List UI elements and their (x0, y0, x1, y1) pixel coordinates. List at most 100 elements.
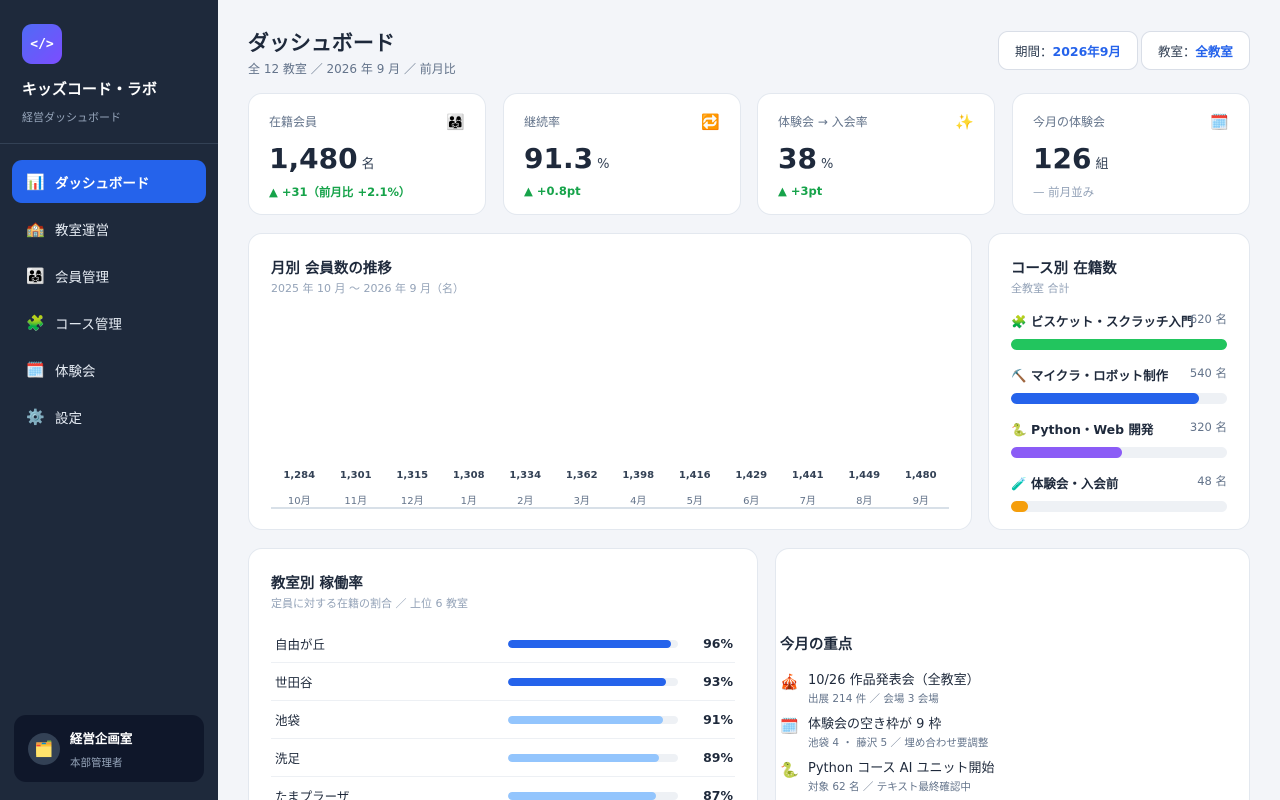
bar-value-label: 1,449 (848, 470, 880, 481)
bar-month-label: 9月 (913, 495, 929, 507)
focus-sub: 対象 62 名 ／ テキスト最終確認中 (808, 781, 971, 793)
pickaxe-icon: ⛏️ (1011, 368, 1027, 383)
sidebar: </> キッズコード・ラボ 経営ダッシュボード 📊 ダッシュボード 🏫 教室運営… (0, 0, 218, 800)
user-name: 経営企画室 (70, 730, 133, 746)
bar-value-label: 1,480 (905, 470, 937, 481)
bar-month-label: 1月 (461, 495, 477, 507)
focus-item[interactable]: 🗓️ 体験会の空き枠が 9 枠 池袋 4 ・ 藤沢 5 ／ 埋め合わせ要調整 (780, 713, 988, 750)
user-role: 本部管理者 (70, 756, 123, 769)
user-card[interactable]: 🗂️ 経営企画室 本部管理者 (14, 715, 204, 782)
bar-chart-icon: 📊 (26, 172, 45, 191)
focus-card: 今月の重点 🎪 10/26 作品発表会（全教室） 出展 214 件 ／ 会場 3… (775, 548, 1250, 800)
sidebar-item-label: ダッシュボード (55, 175, 150, 192)
puzzle-icon: 🧩 (1011, 314, 1027, 329)
room-pct: 96% (703, 636, 733, 651)
sidebar-item-courses[interactable]: 🧩 コース管理 (12, 301, 206, 344)
focus-item[interactable]: 🐍 Python コース AI ユニット開始 対象 62 名 ／ テキスト最終確… (780, 757, 995, 794)
room-pct: 89% (703, 750, 733, 765)
course-count: 48 名 (1197, 474, 1227, 488)
sparkles-icon: ✨ (955, 113, 974, 131)
kpi-label: 今月の体験会 (1033, 115, 1106, 129)
room-pct: 91% (703, 712, 733, 727)
bar-month-label: 4月 (630, 495, 646, 507)
snake-icon: 🐍 (1011, 422, 1027, 437)
bar-value-label: 1,362 (566, 470, 598, 481)
bar-month-label: 10月 (288, 495, 311, 507)
period-filter[interactable]: 期間： 2026年9月 (998, 31, 1139, 70)
room-pct: 93% (703, 674, 733, 689)
kpi-value: 91.3% (524, 142, 610, 175)
bar-month-label: 7月 (800, 495, 816, 507)
courses-title: コース別 在籍数 (1011, 261, 1117, 277)
room-row[interactable]: 自由が丘 96% (271, 625, 735, 663)
bar-value-label: 1,429 (735, 470, 767, 481)
room-bar (508, 639, 672, 648)
room-name: 自由が丘 (275, 637, 326, 652)
course-count: 540 名 (1189, 366, 1227, 380)
sidebar-item-dashboard[interactable]: 📊 ダッシュボード (12, 160, 206, 203)
room-bar-track (508, 677, 678, 686)
calendar-icon: 🗓️ (1210, 113, 1229, 131)
repeat-icon: 🔁 (701, 113, 720, 131)
rooms-title: 教室別 稼働率 (271, 576, 364, 592)
bar-month-label: 6月 (743, 495, 759, 507)
code-logo-icon: </> (22, 24, 62, 64)
bar-value-label: 1,308 (453, 470, 485, 481)
room-name: 池袋 (275, 713, 301, 728)
sidebar-item-members[interactable]: 👨‍👩‍👧 会員管理 (12, 254, 206, 297)
course-bar (1011, 501, 1028, 512)
circus-tent-icon: 🎪 (780, 673, 799, 691)
members-chart-card: 月別 会員数の推移 2025 年 10 月 〜 2026 年 9 月（名） 1,… (248, 233, 972, 530)
room-row[interactable]: 池袋 91% (271, 701, 735, 739)
sidebar-item-label: 体験会 (55, 363, 96, 380)
course-count: 320 名 (1189, 420, 1227, 434)
room-bar (508, 791, 656, 800)
kpi-change: ▲ +31（前月比 +2.1%） (269, 185, 411, 199)
sidebar-item-classroom[interactable]: 🏫 教室運営 (12, 207, 206, 250)
sidebar-item-label: コース管理 (55, 316, 122, 333)
sidebar-item-label: 設定 (55, 410, 82, 427)
room-bar (508, 677, 667, 686)
kpi-label: 体験会 → 入会率 (778, 115, 868, 129)
bar-value-label: 1,441 (792, 470, 824, 481)
room-row[interactable]: 洗足 89% (271, 739, 735, 777)
bar-month-label: 3月 (574, 495, 590, 507)
course-name: 🧪 体験会・入会前 (1011, 476, 1119, 491)
course-item: 🧪 体験会・入会前 48 名 (1011, 473, 1227, 512)
course-bar-track (1011, 501, 1227, 512)
sidebar-item-label: 会員管理 (55, 269, 109, 286)
bar-value-label: 1,416 (679, 470, 711, 481)
kpi-card-retention: 継続率 🔁 91.3% ▲ +0.8pt (503, 93, 741, 215)
kpi-card-trials: 今月の体験会 🗓️ 126 組 — 前月並み (1012, 93, 1250, 215)
bar-value-label: 1,315 (396, 470, 428, 481)
kpi-value: 1,480 名 (269, 142, 375, 175)
bar-month-label: 11月 (344, 495, 367, 507)
calendar-icon: 🗓️ (780, 717, 799, 735)
room-bar-track (508, 715, 678, 724)
puzzle-icon: 🧩 (26, 313, 45, 332)
focus-item[interactable]: 🎪 10/26 作品発表会（全教室） 出展 214 件 ／ 会場 3 会場 (780, 669, 980, 706)
focus-main: 10/26 作品発表会（全教室） (808, 673, 980, 688)
room-bar-track (508, 753, 678, 762)
rooms-subtitle: 定員に対する在籍の割合 ／ 上位 6 教室 (271, 597, 468, 610)
course-item: 🧩 ビスケット・スクラッチ入門 620 名 (1011, 311, 1227, 350)
kpi-label: 継続率 (524, 115, 561, 129)
bar-value-label: 1,398 (622, 470, 654, 481)
family-icon: 👨‍👩‍👧 (26, 266, 45, 285)
room-name: 世田谷 (275, 675, 313, 690)
room-row[interactable]: たまプラーザ 87% (271, 777, 735, 800)
room-row[interactable]: 世田谷 93% (271, 663, 735, 701)
course-bar (1011, 393, 1200, 404)
sidebar-item-trial[interactable]: 🗓️ 体験会 (12, 348, 206, 391)
focus-title: 今月の重点 (780, 637, 853, 653)
room-name: たまプラーザ (275, 789, 350, 800)
sidebar-item-settings[interactable]: ⚙️ 設定 (12, 395, 206, 438)
courses-card: コース別 在籍数 全教室 合計 🧩 ビスケット・スクラッチ入門 620 名 ⛏️… (988, 233, 1250, 530)
focus-main: Python コース AI ユニット開始 (808, 761, 995, 776)
kpi-card-conversion: 体験会 → 入会率 ✨ 38% ▲ +3pt (757, 93, 995, 215)
focus-sub: 池袋 4 ・ 藤沢 5 ／ 埋め合わせ要調整 (808, 737, 989, 749)
period-label: 期間： (1015, 44, 1053, 59)
kpi-value: 38% (778, 142, 834, 175)
course-bar-track (1011, 447, 1227, 458)
room-filter[interactable]: 教室： 全教室 (1141, 31, 1251, 70)
